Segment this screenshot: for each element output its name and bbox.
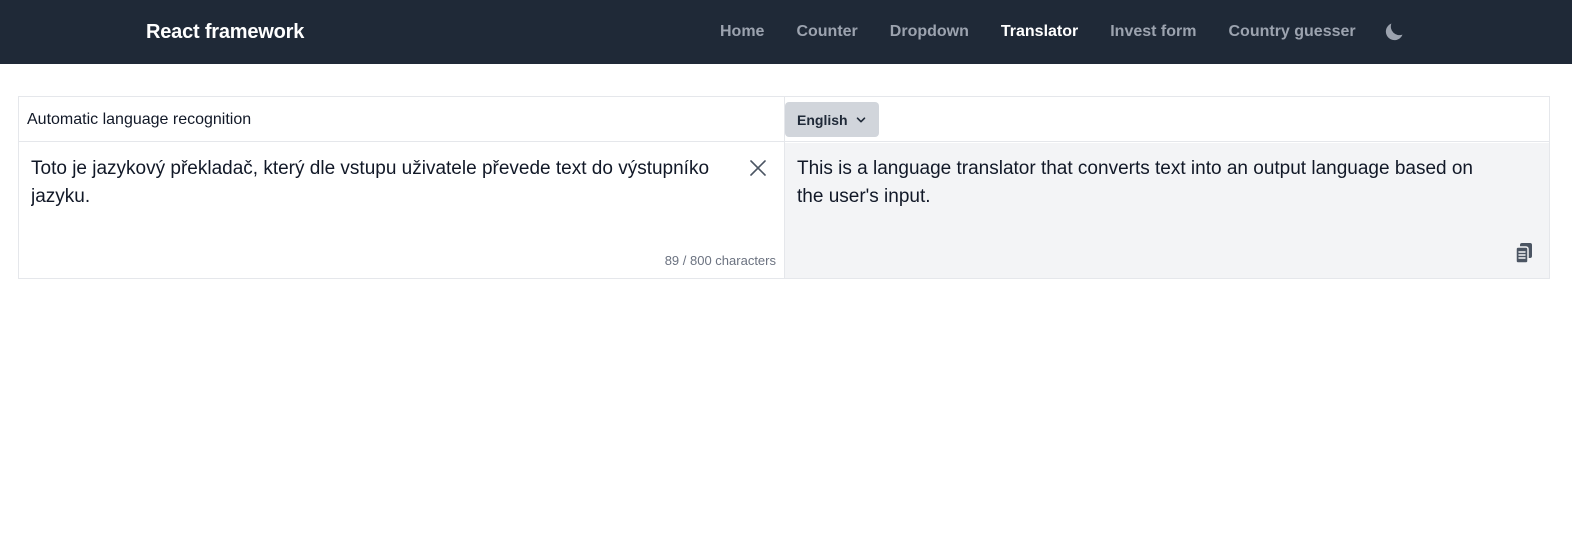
theme-toggle-button[interactable] <box>1382 20 1406 44</box>
nav-link-counter[interactable]: Counter <box>796 23 857 41</box>
translator-panel: Automatic language recognition English T… <box>18 96 1550 279</box>
navbar: React framework Home Counter Dropdown Tr… <box>0 0 1572 64</box>
copy-button[interactable] <box>1513 241 1535 265</box>
moon-icon <box>1385 23 1403 41</box>
source-language-label[interactable]: Automatic language recognition <box>27 97 251 142</box>
target-language-value: English <box>797 111 848 128</box>
source-pane: Toto je jazykový překladač, který dle vs… <box>19 143 784 278</box>
target-pane: This is a language translator that conve… <box>785 143 1549 278</box>
brand-logo[interactable]: React framework <box>146 0 304 64</box>
character-count: 89 / 800 characters <box>664 253 776 268</box>
nav-link-invest-form[interactable]: Invest form <box>1110 23 1196 41</box>
source-text-input[interactable]: Toto je jazykový překladač, který dle vs… <box>31 155 711 245</box>
nav-link-home[interactable]: Home <box>720 23 764 41</box>
translated-text: This is a language translator that conve… <box>797 158 1474 207</box>
clear-text-button[interactable] <box>749 159 767 177</box>
nav-link-country-guesser[interactable]: Country guesser <box>1228 23 1355 41</box>
chevron-down-icon <box>856 116 865 122</box>
close-icon <box>750 160 766 176</box>
target-language-select[interactable]: English <box>785 102 879 137</box>
nav-link-translator[interactable]: Translator <box>1001 23 1078 41</box>
copy-icon <box>1515 243 1532 264</box>
nav-links: Home Counter Dropdown Translator Invest … <box>720 0 1356 64</box>
nav-link-dropdown[interactable]: Dropdown <box>890 23 969 41</box>
